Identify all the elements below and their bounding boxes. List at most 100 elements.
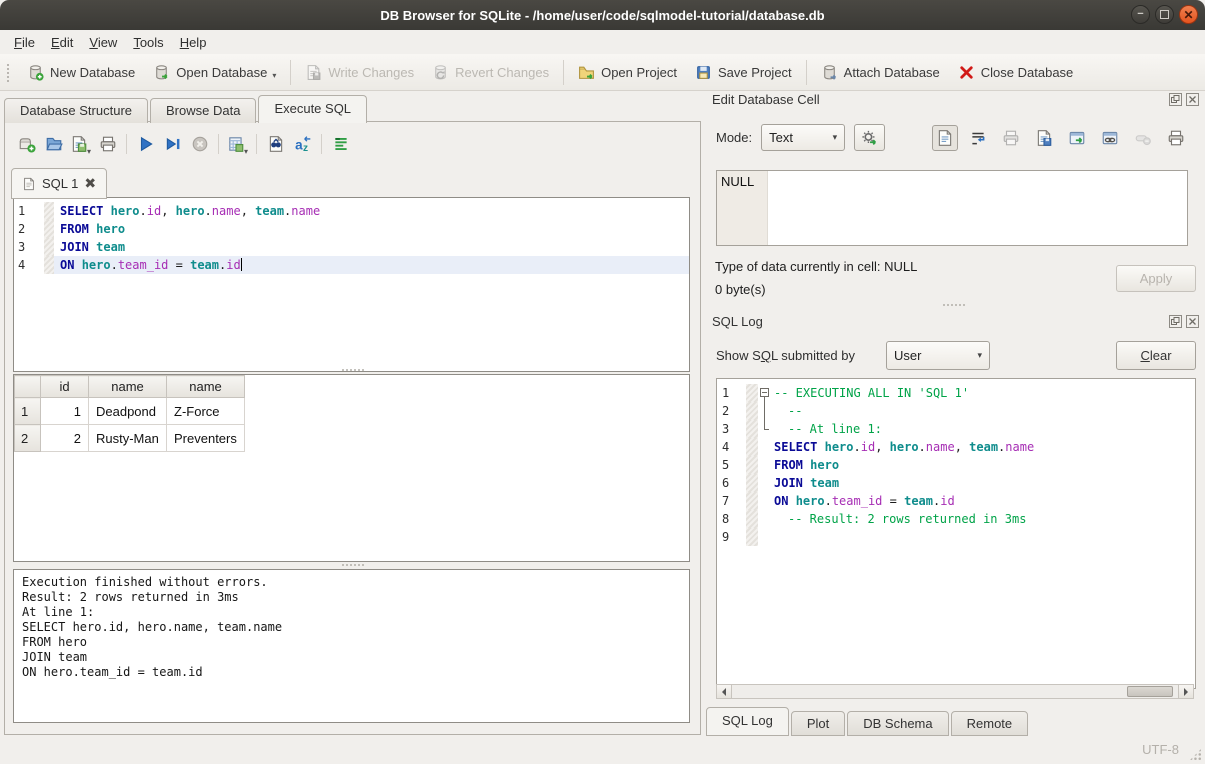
attach-database-button[interactable]: Attach Database xyxy=(812,59,949,86)
execute-all-button[interactable] xyxy=(132,130,159,157)
close-database-button[interactable]: Close Database xyxy=(949,59,1083,86)
line-number: 3 xyxy=(717,420,746,438)
fold-margin xyxy=(746,492,758,510)
format-sql-button[interactable] xyxy=(327,130,354,157)
export-file-button[interactable] xyxy=(1031,125,1057,151)
open-project-button[interactable]: Open Project xyxy=(569,59,686,86)
close-tab-icon[interactable]: ✖ xyxy=(84,176,96,192)
print-button[interactable] xyxy=(94,130,121,157)
find-in-sql-button[interactable] xyxy=(262,130,289,157)
fold-column xyxy=(758,492,774,510)
column-header[interactable]: id xyxy=(41,376,89,398)
column-header[interactable]: name xyxy=(89,376,167,398)
menu-view[interactable]: View xyxy=(81,32,125,53)
close-icon[interactable]: ✕ xyxy=(1179,5,1198,24)
fold-column xyxy=(758,438,774,456)
revert-changes-button: Revert Changes xyxy=(423,59,558,86)
toolbar-drag-handle[interactable] xyxy=(6,63,11,83)
new-sql-tab-button[interactable] xyxy=(13,130,40,157)
result-cell[interactable]: Preventers xyxy=(167,425,245,452)
fold-marker-icon[interactable] xyxy=(758,384,774,402)
text-view-button[interactable] xyxy=(932,125,958,151)
cell-value: NULL xyxy=(721,174,754,189)
float-icon[interactable] xyxy=(1169,315,1182,328)
import-file-button xyxy=(998,125,1024,151)
log-filter-select[interactable]: User▾ xyxy=(886,341,990,370)
scroll-left-icon[interactable] xyxy=(717,685,732,698)
sql-log-view[interactable]: 1-- EXECUTING ALL IN 'SQL 1'2--3-- At li… xyxy=(716,378,1196,689)
fold-margin xyxy=(746,510,758,528)
save-project-button[interactable]: Save Project xyxy=(686,59,801,86)
result-cell[interactable]: 1 xyxy=(41,398,89,425)
result-cell[interactable]: Deadpond xyxy=(89,398,167,425)
minimize-icon[interactable]: − xyxy=(1131,5,1150,24)
toolbar-label: Open Project xyxy=(601,65,677,80)
dock-tab-sql-log[interactable]: SQL Log xyxy=(706,707,789,736)
execute-all-icon xyxy=(137,135,155,153)
titlebar[interactable]: DB Browser for SQLite - /home/user/code/… xyxy=(0,0,1205,30)
execution-message[interactable]: Execution finished without errors. Resul… xyxy=(13,569,690,723)
splitter-handle[interactable] xyxy=(5,563,700,567)
print-cell-button[interactable] xyxy=(1163,125,1189,151)
autocomplete-button[interactable]: az xyxy=(289,130,316,157)
word-wrap-button[interactable] xyxy=(965,125,991,151)
tab-database-structure[interactable]: Database Structure xyxy=(4,98,148,123)
corner-header[interactable] xyxy=(15,376,41,398)
menu-help[interactable]: Help xyxy=(172,32,215,53)
save-sql-file-button[interactable]: ▾ xyxy=(67,130,94,157)
maximize-icon[interactable] xyxy=(1155,5,1174,24)
line-number: 9 xyxy=(717,528,746,546)
log-line: 3-- At line 1: xyxy=(717,420,1195,438)
sql-editor[interactable]: 1SELECT hero.id, hero.name, team.name2FR… xyxy=(13,197,690,372)
gear-apply-icon[interactable] xyxy=(854,124,885,151)
splitter-handle[interactable] xyxy=(712,303,1195,307)
print-cell-icon xyxy=(1167,129,1185,147)
execute-line-button[interactable] xyxy=(159,130,186,157)
menu-tools[interactable]: Tools xyxy=(125,32,171,53)
open-sql-file-button[interactable] xyxy=(40,130,67,157)
editor-line: 1SELECT hero.id, hero.name, team.name xyxy=(14,202,689,220)
open-database-button[interactable]: Open Database▾ xyxy=(144,59,285,86)
tab-sql-1[interactable]: SQL 1 ✖ xyxy=(11,168,107,199)
menu-edit[interactable]: Edit xyxy=(43,32,81,53)
row-header[interactable]: 2 xyxy=(15,425,41,452)
dock-tab-remote[interactable]: Remote xyxy=(951,711,1029,736)
dropdown-arrow-icon[interactable]: ▾ xyxy=(87,147,91,157)
splitter-handle[interactable] xyxy=(5,368,700,372)
menu-file[interactable]: File xyxy=(6,32,43,53)
export-results-button[interactable]: ▾ xyxy=(224,130,251,157)
result-cell[interactable]: 2 xyxy=(41,425,89,452)
text-view-icon xyxy=(936,129,954,147)
copy-link-button[interactable] xyxy=(1097,125,1123,151)
tab-browse-data[interactable]: Browse Data xyxy=(150,98,256,123)
new-database-button[interactable]: New Database xyxy=(18,59,144,86)
mode-select[interactable]: Text▾ xyxy=(761,124,845,151)
dropdown-arrow-icon[interactable]: ▾ xyxy=(244,147,248,157)
scroll-right-icon[interactable] xyxy=(1178,685,1193,698)
tab-execute-sql[interactable]: Execute SQL xyxy=(258,95,367,123)
cell-editor[interactable]: NULL xyxy=(716,170,1188,246)
result-cell[interactable]: Z-Force xyxy=(167,398,245,425)
float-icon[interactable] xyxy=(1169,93,1182,106)
format-sql-icon xyxy=(332,135,350,153)
toolbar-separator xyxy=(218,134,219,154)
resize-grip[interactable] xyxy=(1189,748,1202,761)
dropdown-arrow-icon[interactable]: ▾ xyxy=(272,71,276,81)
sql-file-icon xyxy=(22,177,36,191)
set-null-icon xyxy=(1134,129,1152,147)
open-external-button[interactable] xyxy=(1064,125,1090,151)
toolbar-separator xyxy=(563,60,564,85)
row-header[interactable]: 1 xyxy=(15,398,41,425)
dock-close-icon[interactable] xyxy=(1186,315,1199,328)
dock-close-icon[interactable] xyxy=(1186,93,1199,106)
dock-tab-plot[interactable]: Plot xyxy=(791,711,845,736)
result-cell[interactable]: Rusty-Man xyxy=(89,425,167,452)
column-header[interactable]: name xyxy=(167,376,245,398)
dock-tab-db-schema[interactable]: DB Schema xyxy=(847,711,948,736)
result-row: 11DeadpondZ-Force xyxy=(15,398,245,425)
log-horizontal-scrollbar[interactable] xyxy=(716,684,1194,699)
revert-changes-icon xyxy=(432,64,449,81)
clear-button[interactable]: Clear xyxy=(1116,341,1196,370)
log-line: 1-- EXECUTING ALL IN 'SQL 1' xyxy=(717,384,1195,402)
scrollbar-thumb[interactable] xyxy=(1127,686,1173,697)
